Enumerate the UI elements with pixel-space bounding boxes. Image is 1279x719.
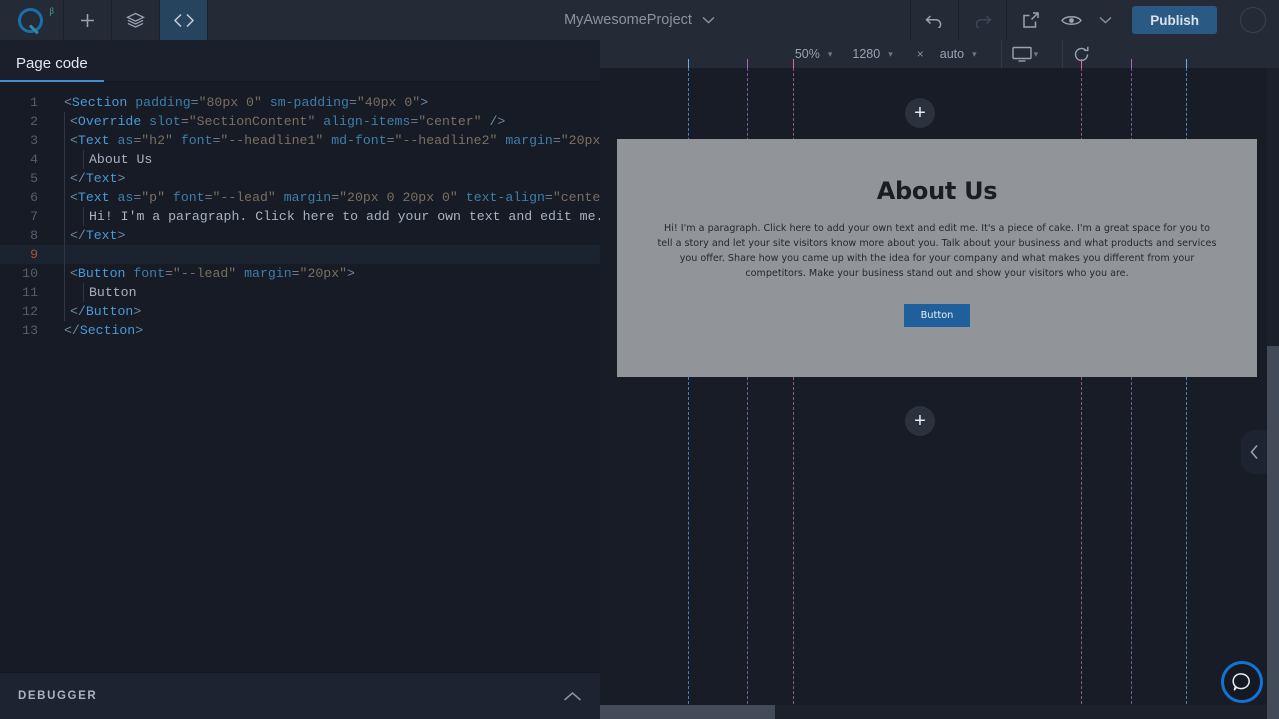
code-line[interactable]: 8 </Text>: [0, 226, 600, 245]
horizontal-scrollbar-thumb[interactable]: [600, 705, 775, 719]
preview-dropdown-button[interactable]: [1088, 0, 1122, 40]
ruler-tick: [1131, 59, 1132, 68]
avatar-button[interactable]: [1227, 0, 1279, 40]
indent-guide: [64, 207, 65, 226]
code-view-button[interactable]: [160, 0, 208, 40]
code-line[interactable]: 10 <Button font="--lead" margin="20px">: [0, 264, 600, 283]
beta-badge: β: [49, 6, 54, 16]
line-number: 13: [22, 323, 38, 338]
line-number: 11: [22, 285, 38, 300]
code-line[interactable]: 2 <Override slot="SectionContent" align-i…: [0, 112, 600, 131]
top-toolbar: β MyAwesomeProject Publish: [0, 0, 1279, 40]
code-line-text: </Text>: [70, 228, 126, 243]
undo-arrow-icon: [925, 14, 942, 28]
help-chat-button[interactable]: [1221, 661, 1263, 703]
line-number: 12: [22, 304, 38, 319]
line-number: 1: [30, 95, 38, 110]
code-line[interactable]: 6 <Text as="p" font="--lead" margin="20px…: [0, 188, 600, 207]
line-number: 6: [30, 190, 38, 205]
ruler-tick-marks: [600, 40, 1279, 68]
undo-button[interactable]: [910, 0, 958, 40]
code-line-text: Hi! I'm a paragraph. Click here to add y…: [89, 209, 600, 224]
plus-icon: [81, 13, 94, 27]
ruler-tick: [688, 59, 689, 68]
code-panel: Page code 1 <Section padding="80px 0" sm-…: [0, 40, 600, 719]
open-external-button[interactable]: [1006, 0, 1054, 40]
debugger-label: DEBUGGER: [18, 690, 98, 702]
ruler-tick: [793, 59, 794, 68]
ruler-tick: [747, 59, 748, 68]
code-panel-tabbar: Page code: [0, 40, 600, 82]
project-title[interactable]: MyAwesomeProject: [564, 12, 692, 28]
code-line[interactable]: 4 About Us: [0, 150, 600, 169]
line-number: 7: [30, 209, 38, 224]
chevron-left-icon: [1250, 445, 1258, 459]
chevron-down-icon[interactable]: [702, 16, 715, 24]
chevron-up-icon[interactable]: [563, 691, 582, 702]
app-root: β MyAwesomeProject Publish Page code 1 <…: [0, 0, 1279, 719]
eye-icon: [1060, 15, 1082, 25]
add-element-button[interactable]: [64, 0, 112, 40]
redo-button[interactable]: [958, 0, 1006, 40]
code-line-text: </Button>: [70, 304, 142, 319]
code-line[interactable]: 11 Button: [0, 283, 600, 302]
code-line-text: About Us: [89, 152, 153, 167]
code-line-text: <Text as="h2" font="--headline1" md-font…: [70, 133, 600, 148]
layers-icon: [126, 12, 145, 28]
code-editor[interactable]: 1 <Section padding="80px 0" sm-padding="4…: [0, 82, 600, 695]
line-number: 2: [30, 114, 38, 129]
section-paragraph: Hi! I'm a paragraph. Click here to add y…: [657, 223, 1217, 279]
canvas-ruler: 50% ▾ 1280 ▾ × auto ▾ ▾: [600, 40, 1279, 68]
ruler-tick: [1186, 59, 1187, 68]
redo-arrow-icon: [975, 14, 992, 28]
section-cta-button[interactable]: Button: [903, 304, 971, 327]
indent-guide: [64, 283, 65, 302]
indent-guide: [64, 245, 65, 264]
code-line-text: </Text>: [70, 171, 126, 186]
code-line[interactable]: 12 </Button>: [0, 302, 600, 321]
chat-bubble-icon: [1232, 673, 1250, 691]
indent-guide: [64, 150, 65, 169]
code-line-text: <Button font="--lead" margin="20px">: [70, 266, 355, 281]
right-panel-toggle[interactable]: [1241, 430, 1267, 474]
line-number: 5: [30, 171, 38, 186]
code-line[interactable]: 3 <Text as="h2" font="--headline1" md-fon…: [0, 131, 600, 150]
open-external-icon: [1022, 12, 1039, 28]
line-number: 9: [30, 247, 38, 262]
preview-panel: 50% ▾ 1280 ▾ × auto ▾ ▾ + About Us Hi! I…: [600, 40, 1279, 719]
code-line-text: <Section padding="80px 0" sm-padding="40…: [64, 95, 429, 110]
line-number: 3: [30, 133, 38, 148]
add-section-above-button[interactable]: +: [905, 98, 935, 128]
code-line-text: Button: [89, 285, 137, 300]
preview-canvas[interactable]: + About Us Hi! I'm a paragraph. Click he…: [600, 68, 1279, 719]
line-number: 8: [30, 228, 38, 243]
line-number: 4: [30, 152, 38, 167]
code-brackets-icon: [173, 13, 194, 27]
chevron-down-icon: [1099, 16, 1112, 24]
preview-section[interactable]: About Us Hi! I'm a paragraph. Click here…: [617, 139, 1257, 377]
layers-button[interactable]: [112, 0, 160, 40]
top-toolbar-right: Publish: [910, 0, 1279, 40]
code-line-text: </Section>: [64, 323, 144, 338]
section-heading: About Us: [876, 177, 998, 205]
code-line-text: <Text as="p" font="--lead" margin="20px …: [70, 190, 600, 205]
ring-logo-icon: [17, 7, 43, 33]
preview-button[interactable]: [1054, 0, 1088, 40]
code-line[interactable]: 13 </Section>: [0, 321, 600, 340]
code-line-text: <Override slot="SectionContent" align-it…: [70, 114, 506, 129]
code-line[interactable]: 7 Hi! I'm a paragraph. Click here to add …: [0, 207, 600, 226]
add-section-below-button[interactable]: +: [905, 406, 935, 436]
app-logo-button[interactable]: β: [0, 0, 64, 40]
code-line[interactable]: 1 <Section padding="80px 0" sm-padding="4…: [0, 93, 600, 112]
code-line[interactable]: 9: [0, 245, 600, 264]
ruler-tick: [1081, 59, 1082, 68]
debugger-bar[interactable]: DEBUGGER: [0, 672, 600, 719]
line-number: 10: [22, 266, 38, 281]
tab-page-code[interactable]: Page code: [0, 55, 104, 82]
publish-button[interactable]: Publish: [1132, 6, 1217, 34]
code-line[interactable]: 5 </Text>: [0, 169, 600, 188]
vertical-scrollbar-thumb[interactable]: [1267, 346, 1279, 719]
avatar: [1240, 7, 1266, 33]
